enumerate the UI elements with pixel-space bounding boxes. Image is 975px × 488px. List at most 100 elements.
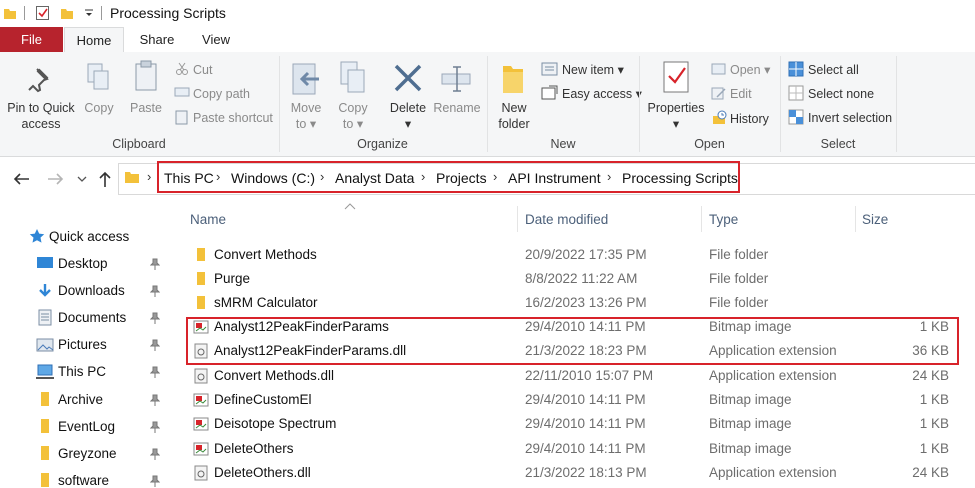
rename-icon (441, 66, 471, 92)
select-none-icon (788, 85, 804, 101)
move-to-icon (292, 63, 319, 95)
pin-icon[interactable] (150, 312, 160, 324)
up-arrow-icon[interactable] (98, 170, 112, 188)
title-bar: Processing Scripts (0, 0, 975, 27)
tab-share[interactable]: Share (130, 27, 184, 52)
properties-checkmark-icon[interactable] (35, 5, 51, 21)
copy-icon (87, 63, 109, 90)
select-group-label: Select (820, 137, 856, 151)
column-header-name[interactable]: Name (190, 212, 226, 227)
easy-access-icon (541, 85, 558, 100)
chevron-right-icon: › (607, 169, 612, 184)
edit-button[interactable]: Edit (730, 86, 752, 102)
back-arrow-icon[interactable] (12, 171, 30, 187)
select-none-button[interactable]: Select none (808, 86, 874, 102)
pictures-icon (36, 338, 54, 352)
nav-item-downloads[interactable]: Downloads (58, 283, 125, 298)
column-header-date[interactable]: Date modified (525, 212, 608, 227)
easy-access-button[interactable]: Easy access ▾ (562, 86, 642, 102)
chevron-right-icon: › (216, 169, 221, 184)
tab-home[interactable]: Home (64, 27, 124, 53)
nav-item-eventlog[interactable]: EventLog (58, 419, 115, 434)
breadcrumb-api-instrument[interactable]: API Instrument (508, 170, 601, 186)
pin-icon[interactable] (150, 366, 160, 378)
nav-item-this-pc[interactable]: This PC (58, 364, 106, 379)
folder-icon (41, 473, 49, 487)
nav-item-greyzone[interactable]: Greyzone (58, 446, 117, 461)
pin-icon[interactable] (150, 475, 160, 487)
bitmap-icon (193, 320, 209, 334)
address-folder-icon (125, 172, 139, 183)
new-folder-button[interactable]: New folder (492, 100, 536, 132)
history-button[interactable]: History (730, 111, 769, 127)
nav-item-software[interactable]: software (58, 473, 109, 488)
pin-to-quick-access-button[interactable]: Pin to Quick access (3, 100, 79, 132)
window-title: Processing Scripts (110, 5, 226, 21)
folder-icon (197, 296, 205, 309)
breadcrumb-processing-scripts[interactable]: Processing Scripts (622, 170, 738, 186)
breadcrumb-analyst-data[interactable]: Analyst Data (335, 170, 414, 186)
history-icon (713, 110, 727, 124)
new-item-icon (541, 62, 558, 76)
new-group-label: New (550, 137, 576, 151)
bitmap-icon (193, 442, 209, 456)
nav-item-desktop[interactable]: Desktop (58, 256, 108, 271)
copy-button[interactable]: Copy (80, 100, 118, 116)
new-folder-quick-icon[interactable] (60, 6, 74, 20)
pin-icon[interactable] (150, 285, 160, 297)
forward-arrow-icon[interactable] (47, 171, 65, 187)
recent-locations-chevron-icon[interactable] (77, 175, 87, 183)
clipboard-group-label: Clipboard (112, 137, 166, 151)
chevron-right-icon: › (421, 169, 426, 184)
sort-ascending-icon (344, 203, 356, 210)
tab-file[interactable]: File (0, 27, 63, 52)
paste-icon (135, 60, 157, 91)
star-icon (29, 229, 45, 243)
nav-item-archive[interactable]: Archive (58, 392, 103, 407)
tab-view[interactable]: View (190, 27, 242, 52)
copy-path-button[interactable]: Copy path (193, 86, 250, 102)
nav-item-pictures[interactable]: Pictures (58, 337, 107, 352)
bitmap-icon (193, 393, 209, 407)
column-header-size[interactable]: Size (862, 212, 888, 227)
folder-icon (41, 446, 49, 460)
properties-button[interactable]: Properties ▾ (644, 100, 708, 132)
breadcrumb-projects[interactable]: Projects (436, 170, 487, 186)
rename-button[interactable]: Rename (432, 100, 482, 116)
nav-item-documents[interactable]: Documents (58, 310, 126, 325)
pin-icon[interactable] (150, 394, 160, 406)
paste-shortcut-icon (175, 110, 188, 125)
invert-selection-button[interactable]: Invert selection (808, 110, 892, 126)
select-all-button[interactable]: Select all (808, 62, 859, 78)
customize-toolbar-icon[interactable] (84, 8, 94, 18)
organize-group-label: Organize (357, 137, 408, 151)
pin-icon[interactable] (150, 258, 160, 270)
copy-to-button[interactable]: Copy to ▾ (333, 100, 373, 132)
bitmap-icon (193, 417, 209, 431)
paste-button[interactable]: Paste (126, 100, 166, 116)
column-header-type[interactable]: Type (709, 212, 738, 227)
chevron-right-icon: › (493, 169, 498, 184)
new-folder-icon (503, 66, 523, 93)
breadcrumb-windows-c[interactable]: Windows (C:) (231, 170, 315, 186)
folder-icon (197, 272, 205, 285)
nav-item-quick-access[interactable]: Quick access (49, 229, 129, 244)
open-button[interactable]: Open ▾ (730, 62, 770, 78)
new-item-button[interactable]: New item ▾ (562, 62, 624, 78)
paste-shortcut-button[interactable]: Paste shortcut (193, 110, 273, 126)
delete-button[interactable]: Delete ▾ (385, 100, 431, 132)
dll-icon (194, 368, 208, 384)
move-to-button[interactable]: Move to ▾ (286, 100, 326, 132)
breadcrumb-this-pc[interactable]: This PC (164, 170, 214, 186)
pin-icon[interactable] (150, 448, 160, 460)
copy-to-icon (340, 61, 365, 93)
dll-icon (194, 465, 208, 481)
select-all-icon (788, 61, 804, 77)
documents-icon (38, 309, 52, 326)
cut-icon (176, 62, 188, 75)
chevron-right-icon: › (147, 169, 152, 184)
pin-icon[interactable] (150, 339, 160, 351)
pin-icon[interactable] (150, 421, 160, 433)
chevron-right-icon: › (320, 169, 325, 184)
cut-button[interactable]: Cut (193, 62, 212, 78)
